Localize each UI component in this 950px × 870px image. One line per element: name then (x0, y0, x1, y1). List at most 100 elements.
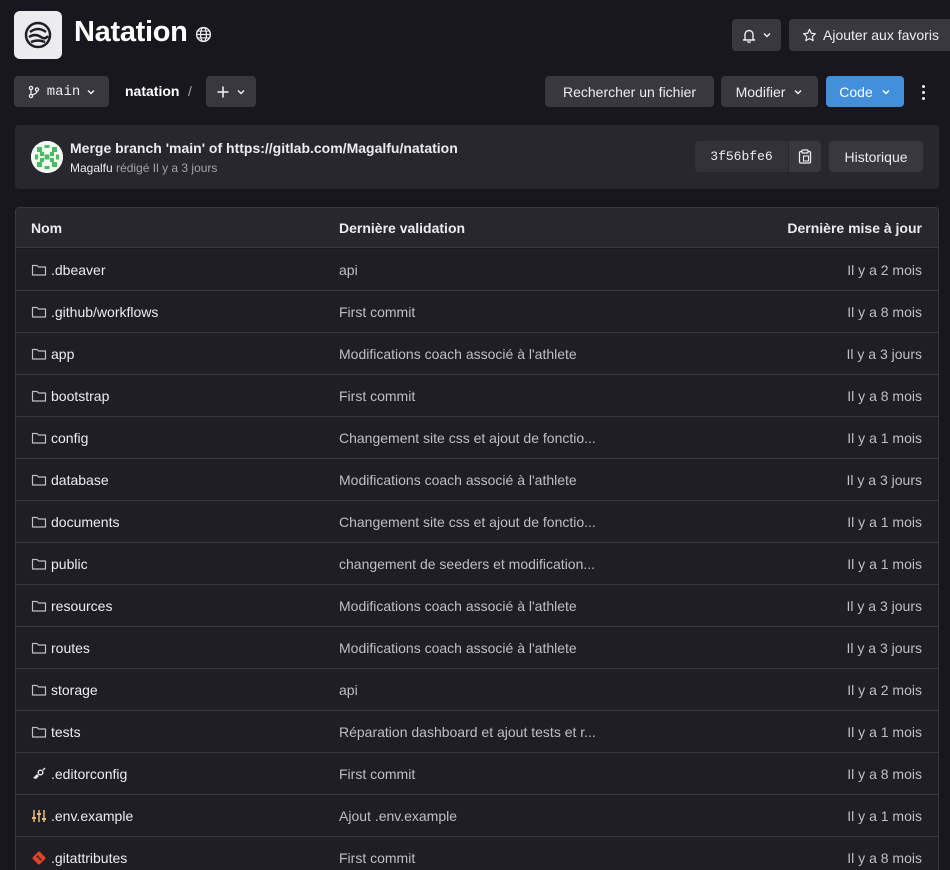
commit-message[interactable]: Réparation dashboard et ajout tests et r… (339, 724, 596, 740)
table-row[interactable]: .github/workflows First commit Il y a 8 mo… (16, 291, 938, 333)
folder-icon (31, 306, 47, 318)
find-file-button[interactable]: Rechercher un fichier (545, 76, 714, 107)
chevron-down-icon (794, 89, 802, 95)
folder-icon (31, 474, 47, 486)
file-name-cell[interactable]: app (31, 346, 74, 362)
file-name-cell[interactable]: .editorconfig (31, 766, 127, 782)
project-logo-icon (24, 21, 52, 49)
table-header: Nom Dernière validation Dernière mise à … (16, 208, 938, 248)
commit-message[interactable]: api (339, 682, 358, 698)
branch-selector[interactable]: main (14, 76, 109, 107)
folder-icon (31, 432, 47, 444)
notifications-button[interactable] (732, 19, 781, 51)
file-name[interactable]: .env.example (51, 808, 133, 824)
commit-message[interactable]: First commit (339, 304, 415, 320)
file-name-cell[interactable]: resources (31, 598, 112, 614)
table-row[interactable]: documents Changement site css et ajout de… (16, 501, 938, 543)
table-row[interactable]: public changement de seeders et modificat… (16, 543, 938, 585)
commit-message[interactable]: First commit (339, 388, 415, 404)
project-avatar[interactable] (14, 11, 62, 59)
table-row[interactable]: .dbeaver api Il y a 2 mois (16, 249, 938, 291)
file-name-cell[interactable]: .github/workflows (31, 304, 158, 320)
copy-sha-button[interactable] (788, 141, 821, 172)
avatar[interactable] (31, 141, 63, 173)
file-name-cell[interactable]: .env.example (31, 808, 133, 824)
commit-sha[interactable]: 3f56bfe6 (695, 141, 788, 172)
code-button[interactable]: Code (826, 76, 904, 107)
commit-title[interactable]: Merge branch 'main' of https://gitlab.co… (70, 140, 458, 156)
add-button[interactable] (206, 76, 256, 107)
file-name[interactable]: .dbeaver (51, 262, 105, 278)
edit-button[interactable]: Modifier (721, 76, 818, 107)
commit-message[interactable]: First commit (339, 850, 415, 866)
file-name[interactable]: storage (51, 682, 98, 698)
commit-message[interactable]: Modifications coach associé à l'athlete (339, 598, 577, 614)
commit-message[interactable]: Ajout .env.example (339, 808, 457, 824)
chevron-down-icon (237, 89, 245, 95)
globe-icon[interactable] (195, 26, 212, 43)
table-row[interactable]: resources Modifications coach associé à l… (16, 585, 938, 627)
file-name[interactable]: documents (51, 514, 119, 530)
file-name-cell[interactable]: storage (31, 682, 98, 698)
last-update-date: Il y a 3 jours (846, 640, 922, 656)
table-row[interactable]: .gitattributes First commit Il y a 8 mois (16, 837, 938, 870)
file-name[interactable]: database (51, 472, 109, 488)
file-name[interactable]: tests (51, 724, 81, 740)
file-name[interactable]: .github/workflows (51, 304, 158, 320)
commit-message[interactable]: changement de seeders et modification... (339, 556, 595, 572)
table-row[interactable]: tests Réparation dashboard et ajout tests… (16, 711, 938, 753)
table-row[interactable]: app Modifications coach associé à l'athle… (16, 333, 938, 375)
commit-message[interactable]: Changement site css et ajout de fonctio.… (339, 514, 596, 530)
header-name: Nom (31, 220, 63, 236)
commit-message[interactable]: Modifications coach associé à l'athlete (339, 346, 577, 362)
last-update-date: Il y a 8 mois (847, 850, 922, 866)
file-name[interactable]: bootstrap (51, 388, 109, 404)
file-name-cell[interactable]: documents (31, 514, 119, 530)
folder-icon (31, 348, 47, 360)
breadcrumb-project[interactable]: natation (125, 83, 179, 99)
folder-icon (31, 264, 47, 276)
table-row[interactable]: .env.example Ajout .env.example Il y a 1 m… (16, 795, 938, 837)
file-name[interactable]: .gitattributes (51, 850, 127, 866)
last-update-date: Il y a 1 mois (847, 430, 922, 446)
commit-message[interactable]: api (339, 262, 358, 278)
file-name-cell[interactable]: database (31, 472, 109, 488)
table-row[interactable]: bootstrap First commit Il y a 8 mois (16, 375, 938, 417)
file-name[interactable]: config (51, 430, 88, 446)
file-name[interactable]: resources (51, 598, 112, 614)
commit-message[interactable]: Modifications coach associé à l'athlete (339, 640, 577, 656)
folder-icon (31, 600, 47, 612)
file-name[interactable]: routes (51, 640, 90, 656)
file-name-cell[interactable]: bootstrap (31, 388, 109, 404)
clipboard-icon (798, 149, 812, 164)
commit-message[interactable]: First commit (339, 766, 415, 782)
table-row[interactable]: .editorconfig First commit Il y a 8 mois (16, 753, 938, 795)
last-update-date: Il y a 1 mois (847, 514, 922, 530)
file-name-cell[interactable]: .dbeaver (31, 262, 105, 278)
more-actions-icon[interactable] (913, 80, 933, 104)
commit-author[interactable]: Magalfu (70, 161, 113, 175)
star-button[interactable]: Ajouter aux favoris (789, 19, 950, 51)
file-name-cell[interactable]: config (31, 430, 88, 446)
header-last-commit: Dernière validation (339, 220, 466, 236)
file-name[interactable]: .editorconfig (51, 766, 127, 782)
file-name-cell[interactable]: tests (31, 724, 81, 740)
file-name-cell[interactable]: routes (31, 640, 90, 656)
table-row[interactable]: routes Modifications coach associé à l'at… (16, 627, 938, 669)
project-title: Natation (74, 16, 188, 48)
branch-icon (28, 85, 39, 98)
file-name-cell[interactable]: public (31, 556, 88, 572)
table-row[interactable]: config Changement site css et ajout de fo… (16, 417, 938, 459)
table-row[interactable]: database Modifications coach associé à l'… (16, 459, 938, 501)
file-name[interactable]: app (51, 346, 74, 362)
commit-message[interactable]: Changement site css et ajout de fonctio.… (339, 430, 596, 446)
commit-message[interactable]: Modifications coach associé à l'athlete (339, 472, 577, 488)
file-name-cell[interactable]: .gitattributes (31, 850, 127, 866)
file-name[interactable]: public (51, 556, 88, 572)
plus-icon (217, 86, 229, 97)
history-button[interactable]: Historique (829, 141, 923, 172)
header-last-update: Dernière mise à jour (787, 220, 922, 236)
folder-icon (31, 558, 47, 570)
table-row[interactable]: storage api Il y a 2 mois (16, 669, 938, 711)
file-table: Nom Dernière validation Dernière mise à … (15, 207, 939, 870)
